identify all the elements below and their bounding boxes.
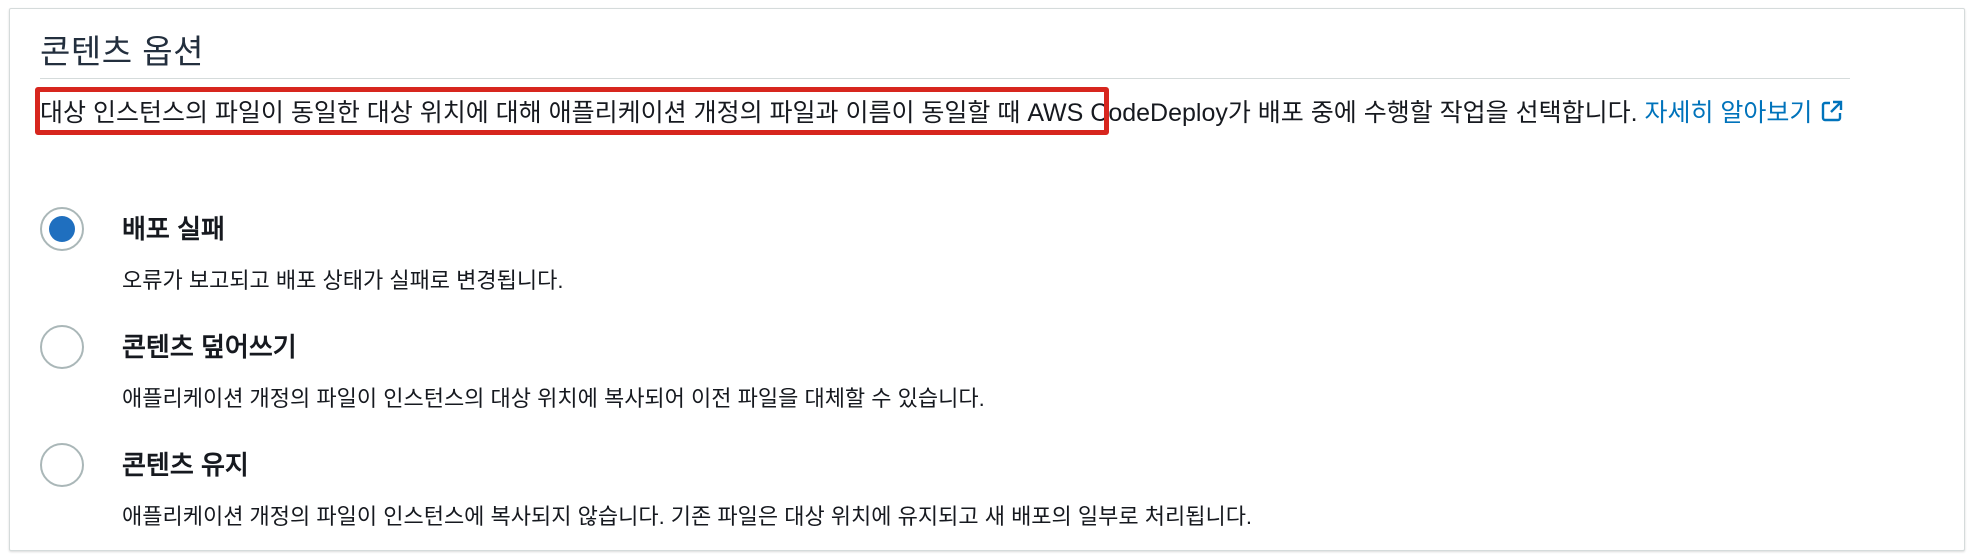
option-label: 콘텐츠 덮어쓰기 <box>122 332 297 362</box>
radio-fail-deployment[interactable] <box>40 207 84 251</box>
content-options-panel: 콘텐츠 옵션 대상 인스턴스의 파일이 동일한 대상 위치에 대해 애플리케이션… <box>9 8 1965 551</box>
learn-more-link[interactable]: 자세히 알아보기 <box>1644 99 1844 127</box>
content-options-radio-group: 배포 실패 오류가 보고되고 배포 상태가 실패로 변경됩니다. 콘텐츠 덮어쓰… <box>40 199 1840 553</box>
option-retain-content[interactable]: 콘텐츠 유지 애플리케이션 개정의 파일이 인스턴스에 복사되지 않습니다. 기… <box>40 435 1840 553</box>
option-overwrite-content[interactable]: 콘텐츠 덮어쓰기 애플리케이션 개정의 파일이 인스턴스의 대상 위치에 복사되… <box>40 317 1840 435</box>
radio-overwrite-content[interactable] <box>40 325 84 369</box>
option-label: 배포 실패 <box>122 214 225 244</box>
section-divider <box>40 78 1850 79</box>
learn-more-link-label: 자세히 알아보기 <box>1644 99 1813 127</box>
section-description: 대상 인스턴스의 파일이 동일한 대상 위치에 대해 애플리케이션 개정의 파일… <box>40 93 1870 135</box>
option-description: 애플리케이션 개정의 파일이 인스턴스에 복사되지 않습니다. 기존 파일은 대… <box>122 504 1253 529</box>
radio-retain-content[interactable] <box>40 443 84 487</box>
option-fail-deployment[interactable]: 배포 실패 오류가 보고되고 배포 상태가 실패로 변경됩니다. <box>40 199 1840 317</box>
option-description: 애플리케이션 개정의 파일이 인스턴스의 대상 위치에 복사되어 이전 파일을 … <box>122 386 985 411</box>
option-label: 콘텐츠 유지 <box>122 450 249 480</box>
section-title: 콘텐츠 옵션 <box>40 33 204 70</box>
option-description: 오류가 보고되고 배포 상태가 실패로 변경됩니다. <box>122 268 564 293</box>
external-link-icon <box>1820 95 1844 135</box>
description-rest-text: AWS CodeDeploy가 배포 중에 수행할 작업을 선택합니다. <box>1027 99 1645 127</box>
highlighted-description-text: 대상 인스턴스의 파일이 동일한 대상 위치에 대해 애플리케이션 개정의 파일… <box>40 99 1028 127</box>
